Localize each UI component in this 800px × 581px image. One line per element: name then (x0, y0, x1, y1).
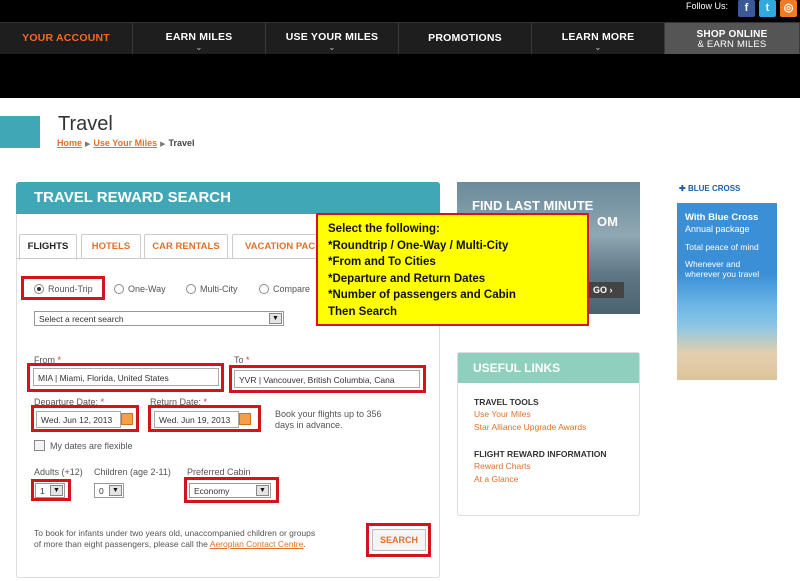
chevron-down-icon: ⌄ (594, 43, 602, 52)
chevron-right-icon: › (609, 285, 613, 295)
ad-line1: With Blue Cross (685, 212, 759, 223)
search-heading: TRAVEL REWARD SEARCH (16, 182, 440, 214)
tab-car-rentals[interactable]: CAR RENTALS (144, 234, 228, 258)
promo-title-tail: OM (597, 214, 618, 229)
recent-search-select[interactable]: Select a recent search ▼ (34, 311, 284, 326)
callout-line: *From and To Cities (328, 256, 436, 268)
highlight-from (27, 363, 224, 392)
callout-line: *Departure and Return Dates (328, 272, 486, 285)
nav-shop-online[interactable]: SHOP ONLINE & EARN MILES (665, 23, 800, 55)
one-way-label: One-Way (128, 284, 166, 294)
follow-us-label: Follow Us: (685, 1, 728, 11)
adults-label: Adults (+12) (34, 467, 83, 477)
compare-radio[interactable] (259, 284, 269, 294)
title-accent (0, 116, 40, 148)
highlight-departure (31, 405, 139, 432)
multi-city-radio[interactable] (186, 284, 196, 294)
chevron-down-icon: ⌄ (195, 43, 203, 52)
highlight-adults (31, 479, 71, 501)
nav-your-account[interactable]: YOUR ACCOUNT (0, 23, 133, 55)
callout-line: *Roundtrip / One-Way / Multi-City (328, 239, 509, 252)
nav-promotions[interactable]: PROMOTIONS (399, 23, 532, 55)
ad-line3: Total peace of mind (685, 242, 759, 252)
nav-earn-miles[interactable]: EARN MILES ⌄ (133, 23, 266, 55)
cross-icon: ✚ (679, 184, 686, 193)
breadcrumb-home[interactable]: Home (57, 138, 82, 148)
to-label: To * (234, 355, 250, 365)
chevron-right-icon: ▶ (85, 141, 91, 148)
callout-line: *Number of passengers and Cabin (328, 289, 516, 301)
nav-learn-more[interactable]: LEARN MORE ⌄ (532, 23, 665, 55)
highlight-search (366, 523, 431, 557)
blue-cross-logo: ✚ BLUE CROSS (679, 184, 741, 193)
chevron-down-icon: ⌄ (328, 43, 336, 52)
link-reward-charts[interactable]: Reward Charts (474, 461, 531, 471)
contact-centre-link[interactable]: Aeroplan Contact Centre (210, 539, 304, 549)
one-way-radio[interactable] (114, 284, 124, 294)
main-nav: YOUR ACCOUNT EARN MILES ⌄ USE YOUR MILES ⌄… (0, 22, 800, 55)
chevron-right-icon: ▶ (160, 141, 166, 148)
breadcrumb: Home ▶ Use Your Miles ▶ Travel (57, 138, 195, 148)
infant-booking-note: To book for infants under two years old,… (34, 528, 316, 549)
link-at-a-glance[interactable]: At a Glance (474, 474, 518, 484)
ad-line4: Whenever and wherever you travel (685, 259, 760, 279)
tab-hotels[interactable]: HOTELS (81, 234, 141, 258)
ad-line2: Annual package (685, 224, 750, 234)
children-select[interactable]: 0 ▼ (94, 483, 124, 498)
breadcrumb-use-your-miles[interactable]: Use Your Miles (93, 138, 157, 148)
flexible-dates-checkbox[interactable] (34, 440, 45, 451)
compare-label: Compare (273, 284, 311, 294)
tab-flights[interactable]: FLIGHTS (19, 234, 77, 260)
nav-use-your-miles[interactable]: USE YOUR MILES ⌄ (266, 23, 399, 55)
highlight-cabin (184, 477, 279, 503)
facebook-icon[interactable]: f (738, 0, 755, 17)
link-star-alliance-upgrade[interactable]: Star Alliance Upgrade Awards (474, 422, 586, 432)
flight-reward-info-heading: FLIGHT REWARD INFORMATION (474, 449, 607, 459)
flexible-dates-label: My dates are flexible (50, 441, 133, 451)
instruction-callout: Select the following: *Roundtrip / One-W… (316, 213, 589, 326)
header-band (0, 54, 800, 98)
twitter-icon[interactable]: t (759, 0, 776, 17)
rss-icon[interactable]: ◎ (780, 0, 797, 17)
highlight-round-trip (21, 276, 105, 300)
top-bar: Follow Us: f t ◎ (0, 0, 800, 22)
cabin-label: Preferred Cabin (187, 467, 251, 477)
page-title: Travel (58, 113, 113, 135)
useful-links-heading: USEFUL LINKS (458, 353, 639, 383)
booking-hint: Book your flights up to 356 days in adva… (275, 409, 382, 430)
callout-line: Then Search (328, 305, 398, 318)
highlight-return (148, 405, 261, 432)
chevron-down-icon: ▼ (269, 313, 282, 324)
tab-vacation-packages[interactable]: VACATION PAC (232, 234, 322, 258)
promo-title: FIND LAST MINUTE (472, 198, 594, 213)
chevron-down-icon: ▼ (109, 485, 122, 496)
breadcrumb-current: Travel (168, 138, 195, 148)
promo-go-button[interactable]: GO › (588, 282, 624, 298)
link-use-your-miles[interactable]: Use Your Miles (474, 409, 531, 419)
multi-city-label: Multi-City (200, 284, 238, 294)
children-label: Children (age 2-11) (94, 467, 171, 477)
travel-tools-heading: TRAVEL TOOLS (474, 397, 539, 407)
callout-line: Select the following: (328, 223, 440, 235)
highlight-to (229, 365, 426, 393)
